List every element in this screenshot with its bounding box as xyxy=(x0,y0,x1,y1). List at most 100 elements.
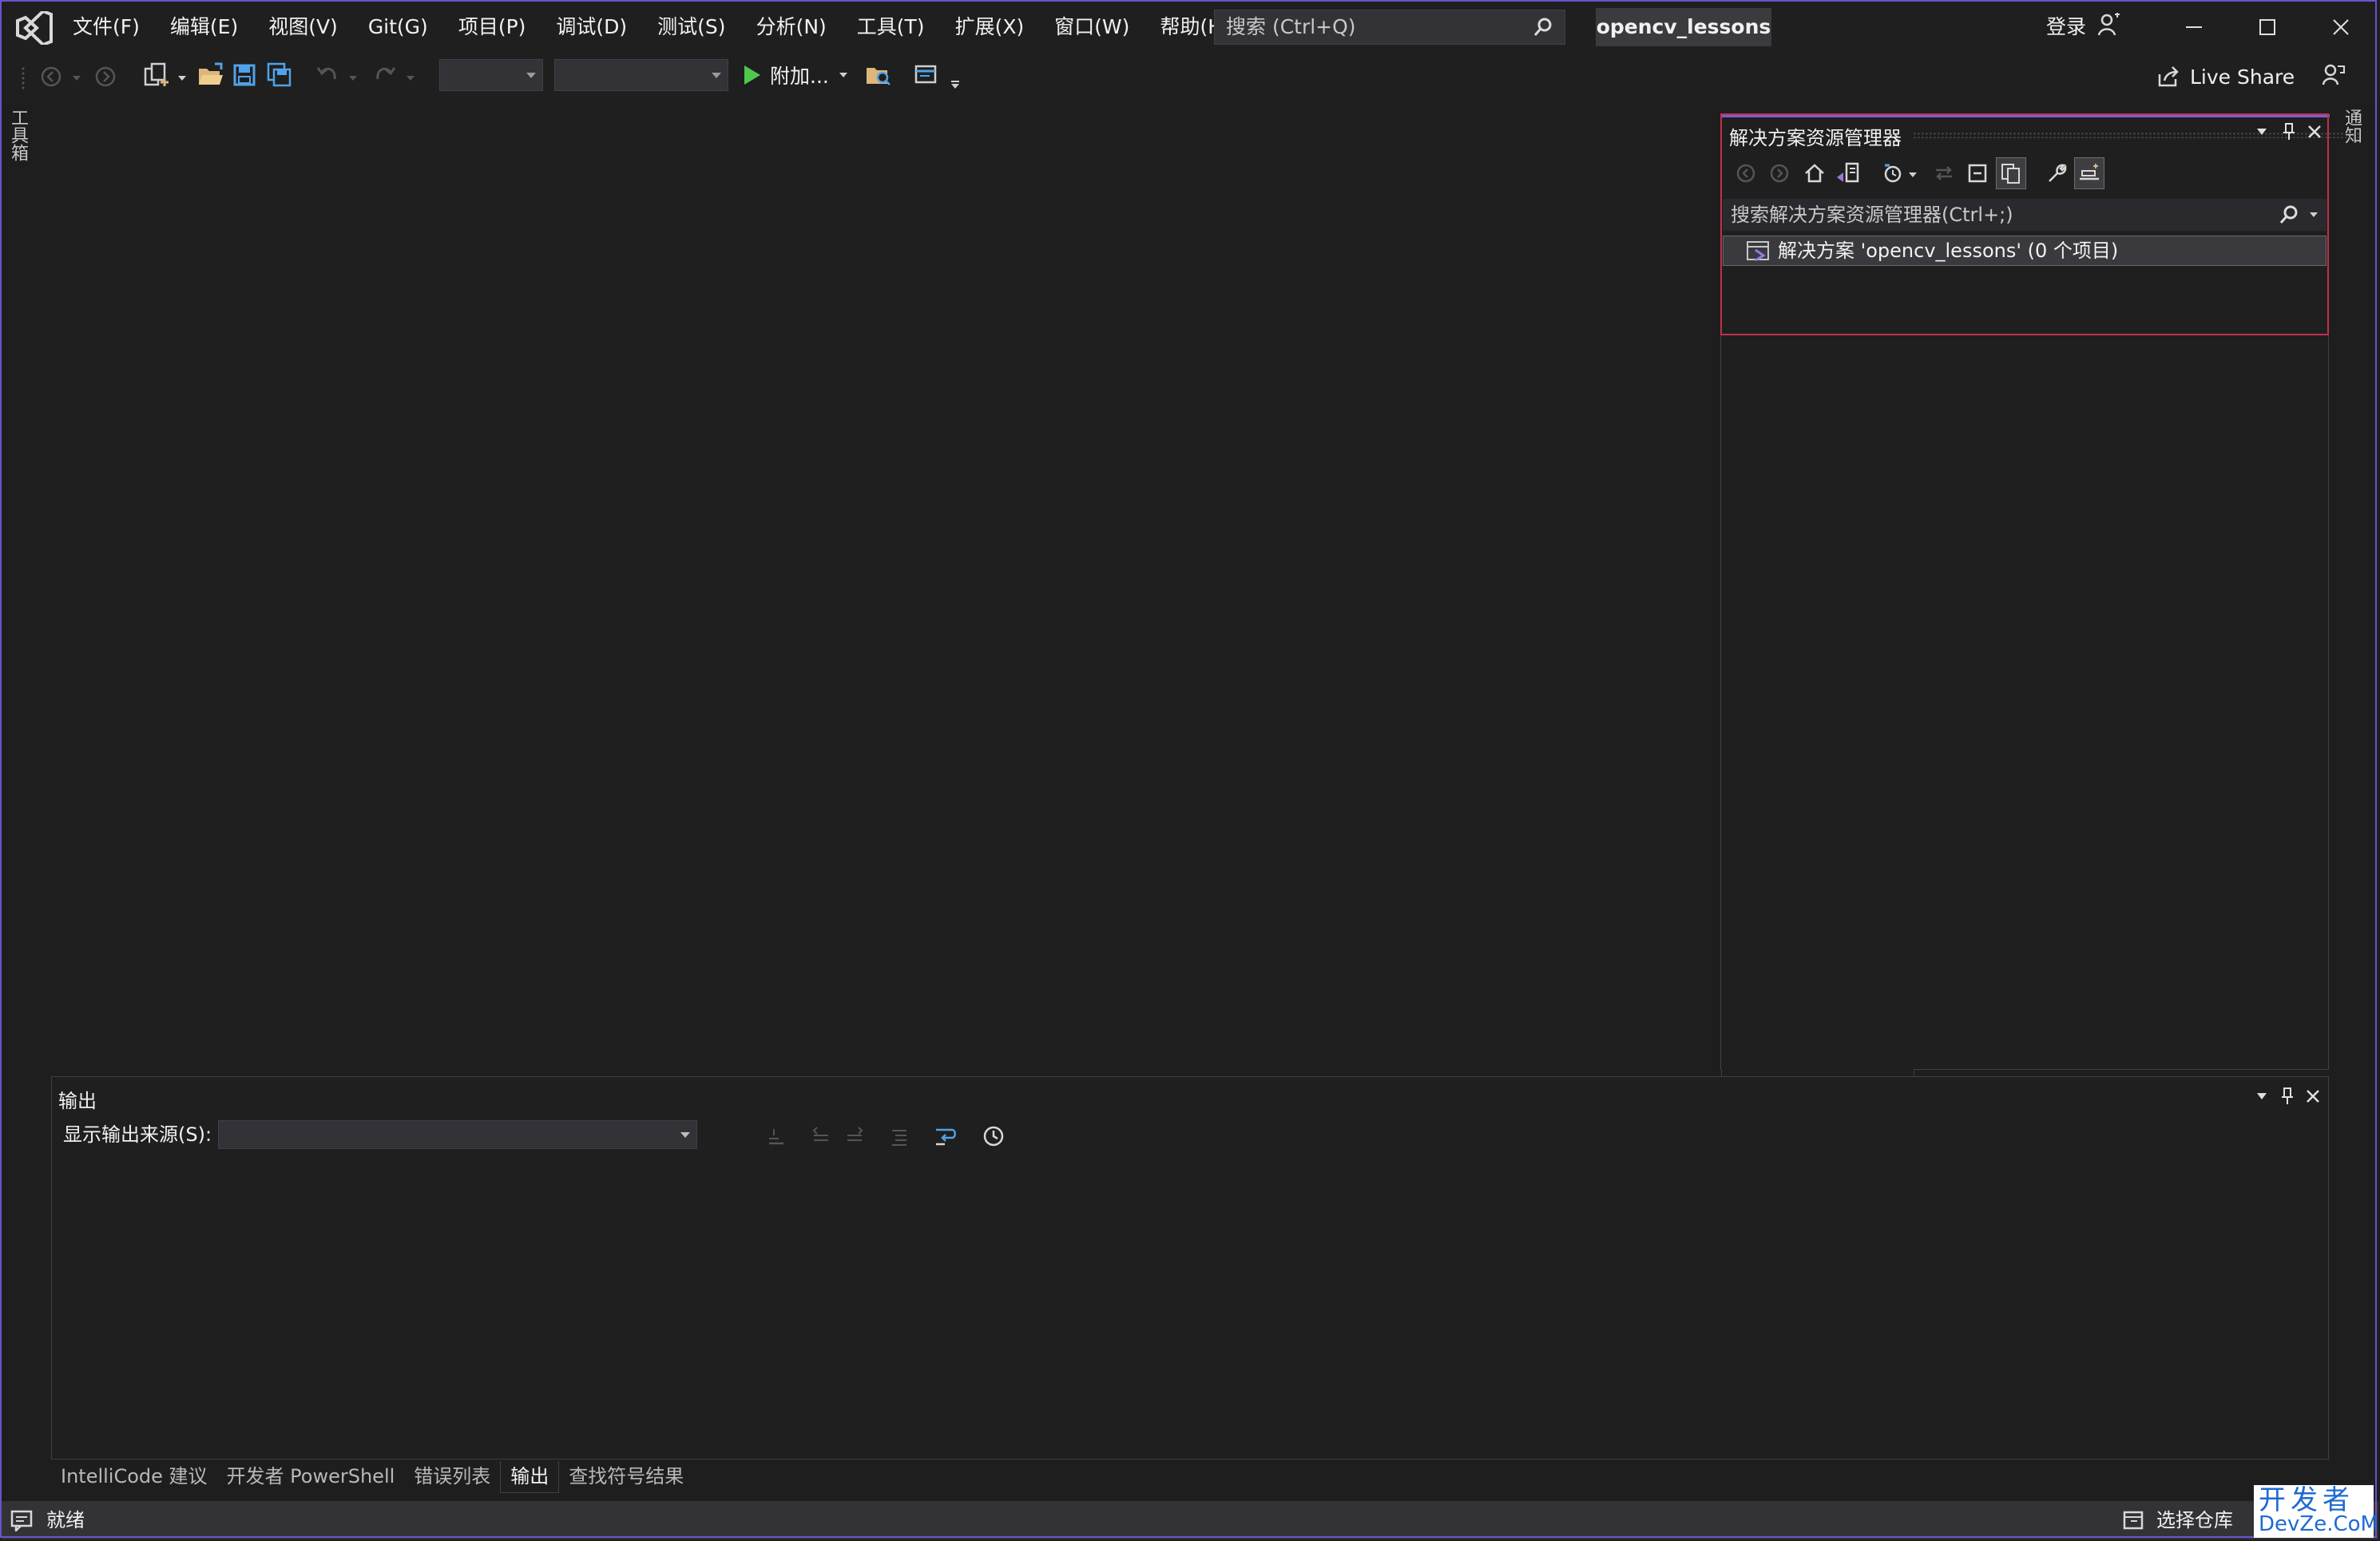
menu-item[interactable]: 视图(V) xyxy=(253,10,353,45)
menu-item[interactable]: 项目(P) xyxy=(443,10,541,45)
find-message-button[interactable] xyxy=(763,1122,790,1151)
pane-options-button[interactable] xyxy=(2251,1085,2272,1107)
menu-item[interactable]: 扩展(X) xyxy=(940,10,1040,45)
bottom-panel-tabs: IntelliCode 建议 开发者 PowerShell 错误列表 输出 查找符号结果 xyxy=(51,1461,693,1493)
watermark-line-2: DevZe.CoM xyxy=(2259,1512,2378,1536)
redo-button[interactable] xyxy=(369,61,401,89)
play-icon xyxy=(744,65,760,85)
feedback-button[interactable] xyxy=(2318,61,2350,89)
close-pane-button[interactable] xyxy=(2304,121,2325,143)
toolbox-tab[interactable]: 工具箱 xyxy=(5,109,38,188)
chevron-down-icon xyxy=(349,76,357,81)
browse-folder-button[interactable] xyxy=(863,61,894,89)
toolbar-grip[interactable] xyxy=(21,64,26,93)
select-repository-button[interactable]: 选择仓库 xyxy=(2156,1501,2233,1539)
project-name-badge[interactable]: opencv_lessons xyxy=(1596,8,1771,46)
navigate-back-button[interactable] xyxy=(37,62,65,91)
pane-options-button[interactable] xyxy=(2251,121,2272,143)
sync-arrows-icon xyxy=(1936,166,1952,180)
menu-item[interactable]: 文件(F) xyxy=(58,10,155,45)
chevron-down-icon xyxy=(839,73,847,77)
maximize-button[interactable] xyxy=(2247,10,2287,45)
attach-button[interactable]: 附加... xyxy=(743,61,848,89)
preview-icon xyxy=(2080,164,2099,180)
menu-item[interactable]: Git(G) xyxy=(353,10,443,45)
layout-toggle-button[interactable] xyxy=(910,61,942,89)
menu-item[interactable]: 调试(D) xyxy=(541,10,642,45)
close-pane-button[interactable] xyxy=(2303,1085,2323,1107)
se-forward-button[interactable] xyxy=(1766,159,1793,188)
navigate-forward-button[interactable] xyxy=(91,62,120,91)
minimize-button[interactable] xyxy=(2174,10,2214,45)
status-message-icon[interactable] xyxy=(10,1509,34,1531)
output-source-label: 显示输出来源(S): xyxy=(63,1123,212,1146)
search-icon xyxy=(1533,17,1553,38)
notifications-tab[interactable]: 通知 xyxy=(2338,109,2370,149)
menu-item[interactable]: 窗口(W) xyxy=(1039,10,1144,45)
se-switch-views-button[interactable] xyxy=(1833,159,1863,188)
se-back-button[interactable] xyxy=(1732,159,1759,188)
timestamp-toggle[interactable] xyxy=(980,1122,1007,1151)
solution-platform-combo[interactable] xyxy=(554,59,728,91)
save-all-icon xyxy=(267,62,292,87)
output-source-select[interactable] xyxy=(218,1120,697,1149)
solution-icon xyxy=(1746,240,1771,262)
collapse-all-icon xyxy=(1968,164,1987,183)
output-pane-title: 输出 xyxy=(58,1090,97,1112)
live-share-button[interactable]: Live Share xyxy=(2156,62,2295,91)
bottom-panel-tab[interactable]: IntelliCode 建议 xyxy=(51,1461,217,1493)
se-pending-changes-filter[interactable] xyxy=(1879,159,1906,188)
clear-all-button[interactable] xyxy=(886,1122,913,1151)
se-show-all-files-button[interactable] xyxy=(1996,157,2026,189)
pin-button[interactable] xyxy=(2279,121,2299,143)
redo-dropdown[interactable] xyxy=(404,64,417,93)
forward-arrow-icon xyxy=(95,66,116,87)
close-window-button[interactable] xyxy=(2321,10,2361,45)
new-project-dropdown[interactable] xyxy=(176,64,188,93)
save-all-button[interactable] xyxy=(264,61,296,89)
search-options-dropdown[interactable] xyxy=(2309,212,2319,218)
previous-message-button[interactable] xyxy=(807,1122,835,1151)
save-button[interactable] xyxy=(228,61,260,89)
pin-button[interactable] xyxy=(2277,1085,2298,1107)
account-person-icon[interactable] xyxy=(2097,13,2121,38)
undo-button[interactable] xyxy=(311,61,343,89)
se-collapse-all-button[interactable] xyxy=(1964,159,1991,188)
se-filter-dropdown[interactable] xyxy=(1906,160,1919,189)
menu-item[interactable]: 测试(S) xyxy=(642,10,740,45)
bottom-panel-tab[interactable]: 错误列表 xyxy=(404,1461,500,1493)
se-preview-selected-button[interactable] xyxy=(2074,157,2104,189)
undo-dropdown[interactable] xyxy=(347,64,359,93)
repository-icon[interactable] xyxy=(2121,1509,2145,1531)
menu-item[interactable]: 分析(N) xyxy=(741,10,842,45)
toolbar-overflow-icon xyxy=(951,81,959,89)
chevron-down-icon xyxy=(407,76,415,81)
clock-icon xyxy=(983,1126,1004,1147)
next-message-button[interactable] xyxy=(841,1122,868,1151)
solution-explorer-search[interactable]: 搜索解决方案资源管理器(Ctrl+;) xyxy=(1723,199,2326,231)
chevron-down-icon xyxy=(178,76,186,81)
chevron-down-icon xyxy=(2310,212,2318,217)
bottom-panel-tab[interactable]: 输出 xyxy=(500,1461,560,1493)
menu-item[interactable]: 工具(T) xyxy=(842,10,940,45)
open-file-button[interactable] xyxy=(195,61,227,89)
global-search-box[interactable]: 搜索 (Ctrl+Q) xyxy=(1214,10,1565,45)
word-wrap-toggle[interactable] xyxy=(932,1122,959,1151)
se-home-button[interactable] xyxy=(1801,159,1828,188)
back-arrow-icon xyxy=(41,66,61,87)
solution-configuration-combo[interactable] xyxy=(439,59,543,91)
navigate-back-dropdown[interactable] xyxy=(70,64,83,93)
se-sync-button[interactable] xyxy=(1930,159,1958,188)
login-link[interactable]: 登录 xyxy=(2046,10,2086,45)
menu-item[interactable]: 编辑(E) xyxy=(155,10,253,45)
minimize-icon xyxy=(2186,26,2202,28)
close-icon xyxy=(2333,19,2349,35)
bottom-panel-tab[interactable]: 查找符号结果 xyxy=(559,1461,693,1493)
bottom-panel-tab[interactable]: 开发者 PowerShell xyxy=(217,1461,405,1493)
open-folder-icon xyxy=(199,62,223,85)
new-project-button[interactable] xyxy=(139,61,174,89)
tree-item-solution[interactable]: 解决方案 'opencv_lessons' (0 个项目) xyxy=(1723,236,2326,266)
toolbar-options-dropdown[interactable] xyxy=(949,70,962,99)
clock-filter-icon xyxy=(1884,164,1902,183)
se-properties-button[interactable] xyxy=(2044,159,2071,188)
